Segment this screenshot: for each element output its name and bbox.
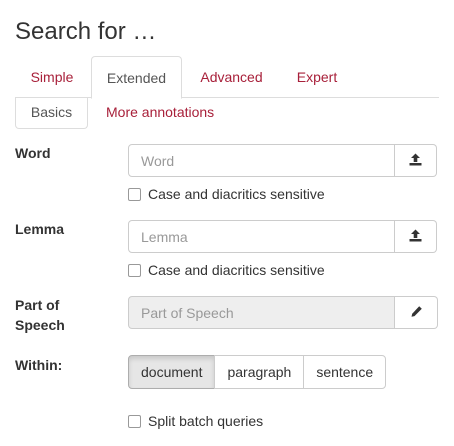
tab-expert[interactable]: Expert <box>281 56 353 98</box>
within-paragraph-button[interactable]: paragraph <box>214 355 305 389</box>
tab-simple[interactable]: Simple <box>15 56 89 98</box>
subtab-more-annotations[interactable]: More annotations <box>106 97 214 129</box>
word-label: Word <box>15 145 51 161</box>
pos-label-line1: Part of <box>15 297 60 313</box>
split-batch-checkbox[interactable] <box>128 414 141 428</box>
lemma-label: Lemma <box>15 221 65 237</box>
lemma-case-label: Case and diacritics sensitive <box>148 262 325 278</box>
subtab-basics[interactable]: Basics <box>15 97 88 129</box>
pos-input-group <box>128 296 438 329</box>
word-case-label: Case and diacritics sensitive <box>148 186 325 202</box>
pencil-icon <box>410 305 423 321</box>
lemma-input[interactable] <box>128 220 395 253</box>
pos-input <box>128 296 395 329</box>
pos-edit-button[interactable] <box>395 296 438 329</box>
tab-extended[interactable]: Extended <box>91 56 182 99</box>
within-sentence-button[interactable]: sentence <box>303 355 387 389</box>
word-input-group <box>128 144 437 177</box>
within-label: Within: <box>15 357 63 373</box>
within-button-group: document paragraph sentence <box>128 355 387 389</box>
word-input[interactable] <box>128 144 395 177</box>
within-document-button[interactable]: document <box>128 355 216 389</box>
search-mode-tabs: Simple Extended Advanced Expert <box>15 56 439 99</box>
lemma-upload-button[interactable] <box>395 220 437 253</box>
split-batch-queries[interactable]: Split batch queries <box>128 413 263 429</box>
lemma-input-group <box>128 220 437 253</box>
pos-label-line2: Speech <box>15 317 65 333</box>
split-batch-label: Split batch queries <box>148 413 264 429</box>
word-upload-button[interactable] <box>395 144 437 177</box>
pos-label: Part of Speech <box>15 295 65 335</box>
page-title: Search for … <box>15 18 157 45</box>
word-case-checkbox[interactable] <box>128 187 141 201</box>
lemma-case-checkbox[interactable] <box>128 263 141 277</box>
upload-icon <box>409 229 422 245</box>
word-case-sensitive[interactable]: Case and diacritics sensitive <box>128 186 325 202</box>
lemma-case-sensitive[interactable]: Case and diacritics sensitive <box>128 262 325 278</box>
upload-icon <box>409 153 422 169</box>
tab-advanced[interactable]: Advanced <box>184 56 279 98</box>
